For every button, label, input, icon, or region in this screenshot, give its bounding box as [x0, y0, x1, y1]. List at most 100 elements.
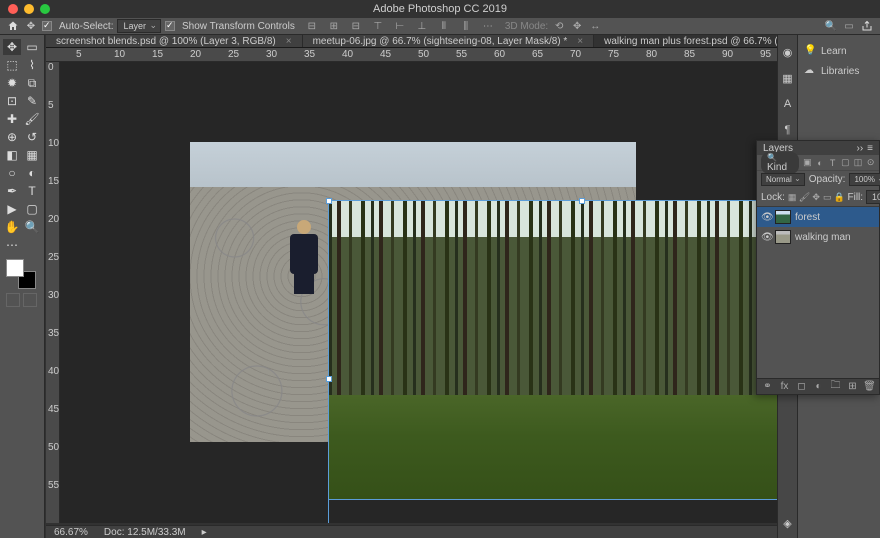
more-icon[interactable]: ⋯	[481, 19, 495, 33]
orbit-3d-icon[interactable]: ⟲	[552, 19, 566, 33]
group-icon[interactable]: 🗀	[830, 381, 841, 392]
brush-tool[interactable]: 🖌	[23, 111, 41, 127]
layer-walking-man[interactable]: 👁 walking man	[757, 227, 879, 247]
layer-thumbnail[interactable]	[775, 230, 791, 244]
layer-filter-search[interactable]: 🔍 Kind	[761, 152, 799, 174]
paragraph-panel-icon[interactable]: ¶	[781, 123, 795, 137]
frame-tool[interactable]: ⊡	[3, 93, 21, 109]
window-maximize-button[interactable]	[40, 4, 50, 14]
learn-button[interactable]: 💡Learn	[802, 41, 876, 61]
history-brush-tool[interactable]: ↺	[23, 129, 41, 145]
close-tab-icon[interactable]: ×	[286, 36, 292, 47]
libraries-button[interactable]: ☁Libraries	[802, 61, 876, 81]
close-tab-icon[interactable]: ×	[577, 36, 583, 47]
visibility-toggle-icon[interactable]: 👁	[761, 212, 771, 222]
pen-tool[interactable]: ✒	[3, 183, 21, 199]
opacity-input[interactable]: 100%	[849, 173, 880, 186]
eraser-tool[interactable]: ◧	[3, 147, 21, 163]
auto-select-checkbox[interactable]	[42, 21, 52, 31]
status-arrow-icon[interactable]: ▸	[202, 527, 207, 538]
edit-toolbar[interactable]: ⋯	[3, 237, 21, 253]
screen-mode-icon[interactable]	[23, 293, 37, 307]
type-tool[interactable]: T	[23, 183, 41, 199]
layer-name[interactable]: forest	[795, 212, 820, 223]
window-close-button[interactable]	[8, 4, 18, 14]
layer-forest[interactable]: 👁 forest	[757, 207, 879, 227]
move-tool[interactable]: ✥	[3, 39, 21, 55]
lock-artboard-icon[interactable]: ▭	[823, 192, 832, 202]
home-icon[interactable]	[6, 19, 20, 33]
foreground-color[interactable]	[6, 259, 24, 277]
dodge-tool[interactable]: ◐	[23, 165, 41, 181]
visibility-toggle-icon[interactable]: 👁	[761, 232, 771, 242]
align-top-icon[interactable]: ⊤	[371, 19, 385, 33]
healing-tool[interactable]: ✚	[3, 111, 21, 127]
layer-mask-icon[interactable]: ◻	[796, 381, 807, 392]
canvas-area[interactable]	[60, 62, 777, 523]
layer-style-icon[interactable]: fx	[779, 381, 790, 392]
panel-menu-icon[interactable]: ≡	[867, 143, 873, 154]
search-icon[interactable]: 🔍	[824, 19, 838, 33]
horizontal-ruler[interactable]: 05101520253035404550556065707580859095	[46, 48, 777, 62]
path-select-tool[interactable]: ▶	[3, 201, 21, 217]
crop-tool[interactable]: ⧉	[23, 75, 41, 91]
color-panel-icon[interactable]: ◉	[781, 45, 795, 59]
distribute-h-icon[interactable]: ⫴	[437, 19, 451, 33]
auto-select-label: Auto-Select:	[59, 21, 113, 32]
eyedropper-tool[interactable]: ✎	[23, 93, 41, 109]
show-transform-checkbox[interactable]	[165, 21, 175, 31]
link-layers-icon[interactable]: ⚭	[762, 381, 773, 392]
distribute-v-icon[interactable]: ⫼	[459, 19, 473, 33]
blur-tool[interactable]: ○	[3, 165, 21, 181]
filter-toggle-icon[interactable]: ⊙	[866, 158, 875, 168]
swatches-panel-icon[interactable]: ▦	[781, 71, 795, 85]
tab-screenshot-blends[interactable]: screenshot blends.psd @ 100% (Layer 3, R…	[46, 35, 303, 47]
lock-transparency-icon[interactable]: ▦	[788, 192, 797, 202]
artboard-tool[interactable]: ▭	[23, 39, 41, 55]
shape-tool[interactable]: ▢	[23, 201, 41, 217]
color-swatches[interactable]	[6, 259, 36, 289]
align-center-v-icon[interactable]: ⊢	[393, 19, 407, 33]
filter-shape-icon[interactable]: ▢	[841, 158, 850, 168]
character-panel-icon[interactable]: A	[781, 97, 795, 111]
align-right-icon[interactable]: ⊟	[349, 19, 363, 33]
adjustment-layer-icon[interactable]: ◐	[813, 381, 824, 392]
workspace-icon[interactable]: ▭	[842, 19, 856, 33]
align-left-icon[interactable]: ⊟	[305, 19, 319, 33]
forest-image[interactable]	[328, 200, 777, 500]
new-layer-icon[interactable]: ⊞	[847, 381, 858, 392]
lasso-tool[interactable]: ⌇	[23, 57, 41, 73]
tab-meetup[interactable]: meetup-06.jpg @ 66.7% (sightseeing-08, L…	[303, 35, 595, 47]
doc-size[interactable]: Doc: 12.5M/33.3M	[104, 527, 186, 538]
lock-position-icon[interactable]: ✥	[812, 192, 820, 202]
marquee-tool[interactable]: ⬚	[3, 57, 21, 73]
quick-select-tool[interactable]: ✹	[3, 75, 21, 91]
align-center-h-icon[interactable]: ⊞	[327, 19, 341, 33]
slide-3d-icon[interactable]: ↔	[588, 19, 602, 33]
lock-all-icon[interactable]: 🔒	[834, 192, 844, 202]
filter-pixel-icon[interactable]: ▣	[803, 158, 812, 168]
gradient-tool[interactable]: ▦	[23, 147, 41, 163]
window-minimize-button[interactable]	[24, 4, 34, 14]
filter-smart-icon[interactable]: ◫	[854, 158, 863, 168]
share-icon[interactable]	[860, 19, 874, 33]
filter-adjustment-icon[interactable]: ◐	[816, 158, 825, 168]
hand-tool[interactable]: ✋	[3, 219, 21, 235]
collapse-icon[interactable]: ››	[856, 143, 863, 154]
stamp-tool[interactable]: ⊕	[3, 129, 21, 145]
zoom-tool[interactable]: 🔍	[23, 219, 41, 235]
layers-panel-icon[interactable]: ◈	[781, 516, 795, 530]
blend-mode-dropdown[interactable]: Normal	[761, 173, 805, 186]
layer-name[interactable]: walking man	[795, 232, 851, 243]
pan-3d-icon[interactable]: ✥	[570, 19, 584, 33]
filter-type-icon[interactable]: T	[828, 158, 837, 168]
align-bottom-icon[interactable]: ⊥	[415, 19, 429, 33]
vertical-ruler[interactable]: 0510152025303540455055	[46, 62, 60, 523]
lock-pixels-icon[interactable]: 🖌	[799, 192, 809, 202]
delete-layer-icon[interactable]: 🗑	[864, 381, 875, 392]
zoom-level[interactable]: 66.67%	[54, 527, 88, 538]
auto-select-dropdown[interactable]: Layer	[117, 19, 161, 33]
fill-input[interactable]: 100%	[866, 190, 880, 204]
layer-thumbnail[interactable]	[775, 210, 791, 224]
quick-mask-icon[interactable]	[6, 293, 20, 307]
